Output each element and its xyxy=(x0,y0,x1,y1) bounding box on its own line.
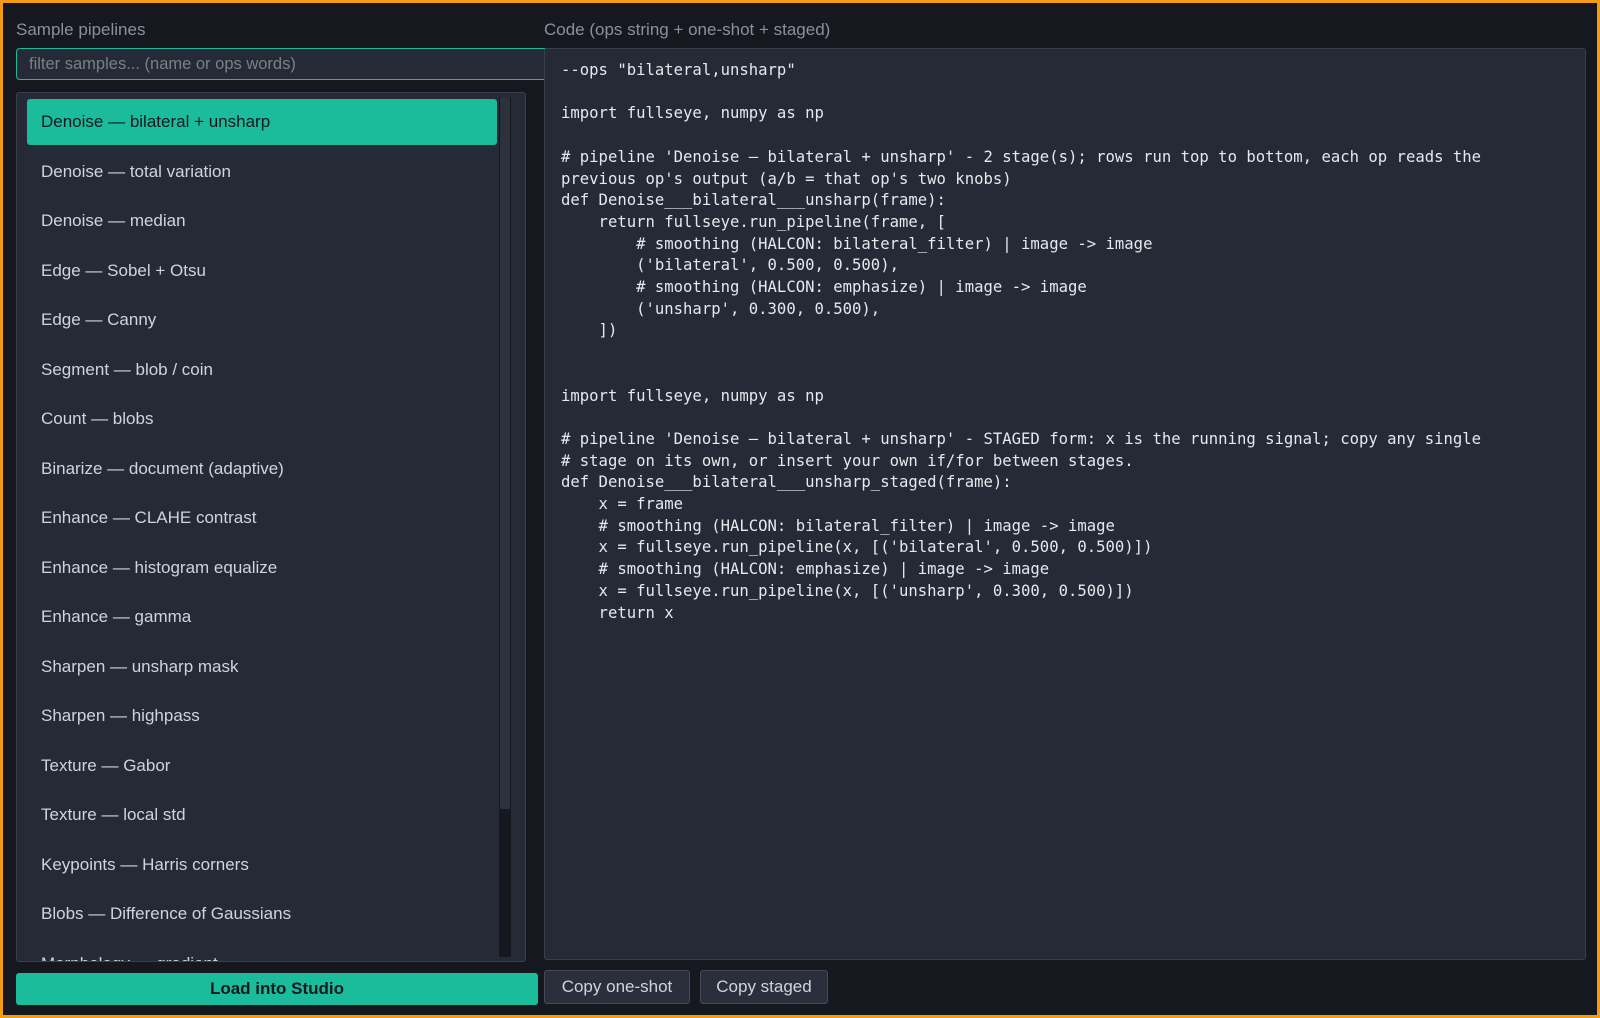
sample-list-item[interactable]: Blobs — Difference of Gaussians xyxy=(27,891,497,937)
copy-one-shot-button[interactable]: Copy one-shot xyxy=(544,970,690,1004)
sample-list-item[interactable]: Enhance — CLAHE contrast xyxy=(27,495,497,541)
sample-list-item[interactable]: Count — blobs xyxy=(27,396,497,442)
sample-list-item[interactable]: Enhance — gamma xyxy=(27,594,497,640)
filter-samples-input[interactable] xyxy=(16,48,548,80)
sample-list-item[interactable]: Edge — Canny xyxy=(27,297,497,343)
code-text[interactable]: --ops "bilateral,unsharp" import fullsey… xyxy=(545,49,1585,635)
samples-panel-title: Sample pipelines xyxy=(16,20,146,39)
sample-list-item[interactable]: Edge — Sobel + Otsu xyxy=(27,248,497,294)
list-scrollbar[interactable] xyxy=(499,97,511,957)
load-into-studio-button[interactable]: Load into Studio xyxy=(16,973,538,1005)
sample-list-item[interactable]: Sharpen — unsharp mask xyxy=(27,644,497,690)
sample-list-item[interactable]: Enhance — histogram equalize xyxy=(27,545,497,591)
sample-list-item[interactable]: Texture — Gabor xyxy=(27,743,497,789)
sample-list-item[interactable]: Sharpen — highpass xyxy=(27,693,497,739)
code-panel: --ops "bilateral,unsharp" import fullsey… xyxy=(544,48,1586,960)
sample-list-item[interactable]: Texture — local std xyxy=(27,792,497,838)
app-window: Sample pipelines Denoise — bilateral + u… xyxy=(3,3,1597,1015)
sample-list-item[interactable]: Keypoints — Harris corners xyxy=(27,842,497,888)
sample-list-item[interactable]: Segment — blob / coin xyxy=(27,347,497,393)
sample-list-item[interactable]: Morphology — gradient xyxy=(27,941,497,962)
code-panel-title: Code (ops string + one-shot + staged) xyxy=(544,20,831,39)
sample-list-item[interactable]: Denoise — median xyxy=(27,198,497,244)
list-scrollbar-thumb[interactable] xyxy=(500,97,510,809)
sample-list-item[interactable]: Denoise — total variation xyxy=(27,149,497,195)
sample-list-items: Denoise — bilateral + unsharp Denoise — t… xyxy=(27,99,497,962)
copy-staged-button[interactable]: Copy staged xyxy=(700,970,828,1004)
sample-list-item[interactable]: Binarize — document (adaptive) xyxy=(27,446,497,492)
sample-pipelines-list: Denoise — bilateral + unsharp Denoise — t… xyxy=(16,92,526,962)
sample-list-item[interactable]: Denoise — bilateral + unsharp xyxy=(27,99,497,145)
